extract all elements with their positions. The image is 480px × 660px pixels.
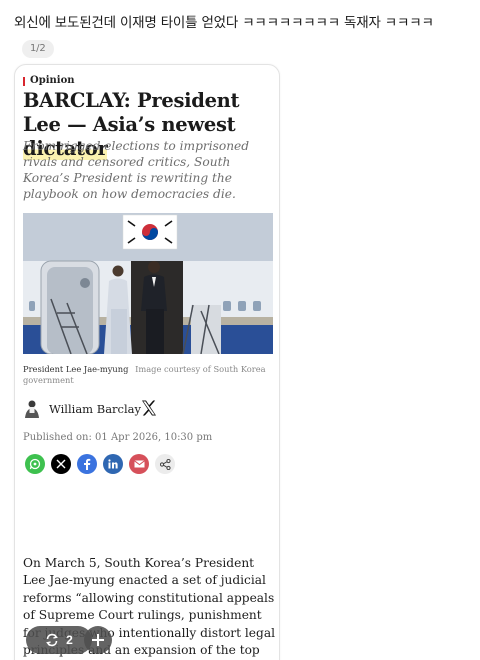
x-logo-icon[interactable]: [140, 399, 158, 417]
x-icon[interactable]: [51, 454, 71, 474]
share-icon[interactable]: [155, 454, 175, 474]
author-name[interactable]: William Barclay: [49, 402, 141, 416]
add-button[interactable]: [84, 626, 112, 654]
repost-count: 2: [66, 633, 73, 647]
article-screenshot-card[interactable]: Opinion BARCLAY: President Lee — Asia’s …: [14, 64, 280, 660]
linkedin-icon[interactable]: [103, 454, 123, 474]
headline-text: BARCLAY: President Lee — Asia’s newest: [23, 89, 240, 136]
post-title-text: 외신에 보도된건데 이재명 타이틀 얻었다 ㅋㅋㅋㅋㅋㅋㅋㅋ 독재자 ㅋㅋㅋㅋ: [14, 15, 434, 31]
post-title: 외신에 보도된건데 이재명 타이틀 얻었다 ㅋㅋㅋㅋㅋㅋㅋㅋ 독재자 ㅋㅋㅋㅋ …: [14, 10, 470, 62]
caption-name: President Lee Jae-myung: [23, 364, 129, 374]
email-icon[interactable]: [129, 454, 149, 474]
article-photo: [23, 213, 273, 354]
whatsapp-icon[interactable]: [25, 454, 45, 474]
photo-caption: President Lee Jae-myung Image courtesy o…: [23, 364, 273, 386]
repost-button[interactable]: 2: [26, 626, 92, 654]
author-avatar-icon: [25, 400, 39, 418]
article-dek: From rigged elections to imprisoned riva…: [23, 139, 250, 201]
plus-icon: [92, 634, 104, 646]
repost-icon: [46, 633, 59, 647]
facebook-icon[interactable]: [77, 454, 97, 474]
published-date: Published on: 01 Apr 2026, 10:30 pm: [23, 432, 213, 443]
section-tag: Opinion: [23, 75, 75, 86]
page-indicator-badge: 1/2: [22, 40, 54, 58]
